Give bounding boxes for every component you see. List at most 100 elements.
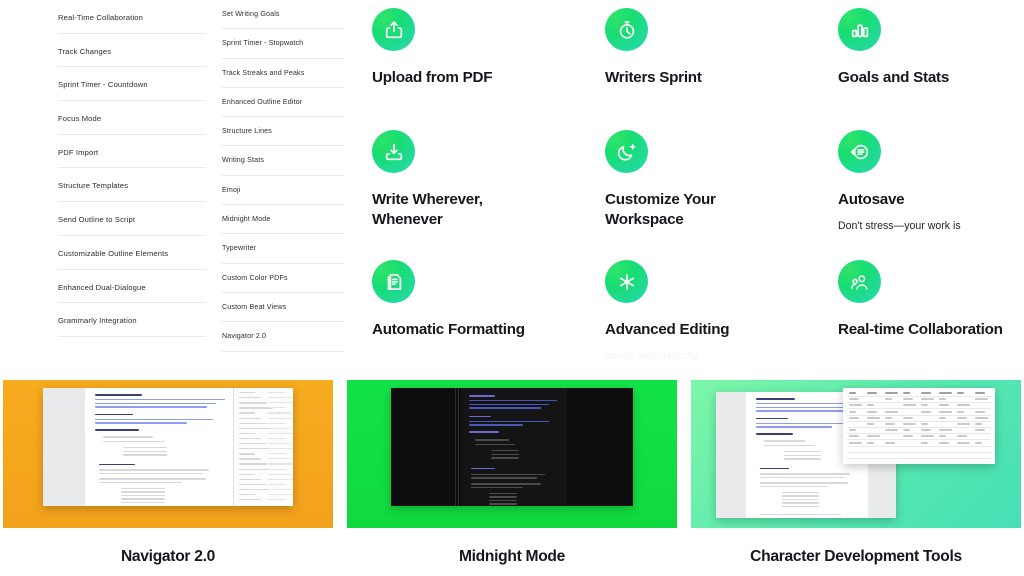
showcase-caption: Navigator 2.0 (120, 548, 216, 565)
text-line (756, 398, 796, 400)
showcase-caption: Midnight Mode (458, 548, 566, 565)
text-line (268, 427, 291, 429)
table-cell (939, 429, 952, 432)
feature-list-item[interactable]: Real-Time Collaboration (58, 0, 206, 34)
table-cell (921, 423, 928, 425)
feature-card-automatic-formatting[interactable]: Automatic Formatting (372, 260, 600, 349)
feature-list-item-label: Sprint Timer - Stopwatch (222, 39, 304, 48)
text-line (782, 505, 819, 507)
table-cell (975, 410, 985, 413)
table-cell (975, 429, 985, 432)
text-line (239, 417, 261, 419)
feature-list-item[interactable]: Enhanced Dual-Dialogue (58, 270, 206, 304)
text-line (268, 468, 286, 470)
text-line (239, 412, 255, 414)
feature-list-item[interactable]: Sprint Timer - Stopwatch (222, 29, 344, 59)
text-line (268, 412, 291, 414)
table-cell (975, 441, 982, 444)
text-line (760, 482, 848, 484)
feature-card-write-wherever-whenever[interactable]: Write Wherever, Whenever (372, 130, 600, 238)
features-overview-section: Real-Time Collaboration Track Changes Spri… (0, 0, 1024, 368)
text-line (268, 397, 291, 399)
screenshot-character-table (843, 388, 995, 464)
feature-card-goals-and-stats[interactable]: Goals and Stats (838, 8, 1024, 97)
text-line (756, 406, 857, 408)
feature-list-item[interactable]: Emoji (222, 176, 344, 206)
text-line (764, 445, 816, 447)
text-line (760, 473, 851, 475)
text-line (469, 403, 549, 405)
text-line (469, 420, 549, 423)
text-line (95, 418, 214, 421)
text-line (268, 478, 293, 480)
showcase-image-navigator (3, 380, 333, 528)
text-line (471, 477, 537, 479)
showcase-section: Navigator 2.0 Midnight Mode Character De… (0, 368, 1024, 576)
feature-list-item[interactable]: Customizable Outline Elements (58, 236, 206, 270)
table-row-divider (847, 427, 991, 428)
text-line (268, 432, 293, 434)
feature-list-item[interactable]: Grammarly Integration (58, 303, 206, 337)
table-cell (939, 416, 946, 419)
feature-card-autosave[interactable]: Autosave Don't stress—your work is (838, 130, 1024, 233)
table-cell (903, 392, 910, 394)
feature-list-item[interactable]: PDF Import (58, 135, 206, 169)
text-line (471, 473, 545, 476)
table-cell (957, 423, 970, 425)
showcase-card-navigator[interactable]: Navigator 2.0 (3, 380, 333, 566)
table-cell (849, 398, 859, 401)
table-row-divider (847, 420, 991, 422)
table-cell (921, 429, 931, 432)
feature-list-item[interactable]: Set Writing Goals (222, 0, 344, 30)
feature-list-item[interactable]: Structure Lines (222, 117, 344, 147)
table-cell (867, 416, 880, 419)
text-line (95, 429, 140, 431)
table-row-divider (847, 402, 991, 404)
text-line (475, 439, 509, 441)
feature-list-item-label: Real-Time Collaboration (58, 13, 144, 22)
feature-list-item[interactable]: Structure Templates (58, 168, 206, 203)
text-line (239, 458, 261, 460)
feature-list-item[interactable]: Custom Color PDFs (222, 264, 344, 293)
feature-card-real-time-collaboration[interactable]: Real-time Collaboration (838, 260, 1024, 349)
text-line (268, 458, 291, 460)
text-line (469, 424, 523, 426)
text-line (471, 483, 541, 485)
text-line (489, 499, 517, 502)
table-cell (885, 416, 892, 419)
screenshot-dark-editor (391, 388, 633, 506)
text-line (268, 448, 293, 450)
table-cell (903, 423, 916, 425)
feature-card-advanced-editing[interactable]: Advanced Editing saved automatically (605, 260, 833, 363)
table-row-divider (847, 396, 991, 397)
feature-list-item[interactable]: Writing Stats (222, 146, 344, 176)
feature-list-column-1: Real-Time Collaboration Track Changes Spri… (58, 0, 206, 337)
feature-card-upload-from-pdf[interactable]: Upload from PDF (372, 8, 600, 97)
text-line (121, 498, 166, 500)
showcase-card-character-tools[interactable]: Character Development Tools (691, 380, 1021, 566)
feature-list-item[interactable]: Custom Beat Views (222, 293, 344, 323)
text-line (121, 494, 166, 497)
text-line (121, 488, 166, 490)
feature-title: Automatic Formatting (372, 321, 525, 338)
feature-list-item[interactable]: Sprint Timer - Countdown (58, 67, 206, 102)
table-cell (921, 410, 931, 413)
text-line (268, 483, 286, 485)
text-line (760, 476, 846, 479)
feature-list-item[interactable]: Navigator 2.0 (222, 322, 344, 352)
table-cell (903, 429, 910, 432)
feature-card-writers-sprint[interactable]: Writers Sprint (605, 8, 833, 97)
feature-list-item[interactable]: Midnight Mode (222, 205, 344, 235)
feature-list-item[interactable]: Focus Mode (58, 101, 206, 135)
showcase-card-midnight-mode[interactable]: Midnight Mode (347, 380, 677, 566)
table-cell (849, 392, 856, 394)
table-cell (867, 404, 874, 407)
feature-list-item[interactable]: Track Changes (58, 34, 206, 68)
feature-list-item[interactable]: Enhanced Outline Editor (222, 88, 344, 118)
feature-list-item[interactable]: Typewriter (222, 234, 344, 264)
feature-card-customize-your-workspace[interactable]: Customize Your Workspace (605, 130, 833, 238)
text-line (268, 402, 293, 404)
feature-list-item-label: Custom Color PDFs (222, 273, 288, 282)
feature-list-item[interactable]: Send Outline to Script (58, 202, 206, 236)
feature-list-item[interactable]: Track Streaks and Peaks (222, 59, 344, 88)
